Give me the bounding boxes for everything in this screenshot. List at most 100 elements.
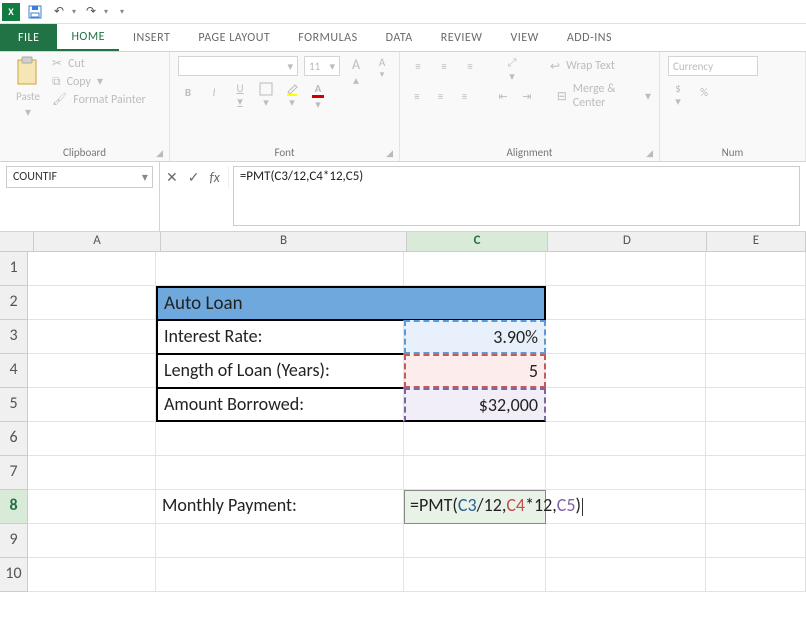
column-header[interactable]: A — [34, 232, 161, 252]
cell[interactable] — [546, 558, 706, 592]
fill-color-button[interactable]: ▾ — [282, 82, 302, 102]
name-box[interactable] — [7, 170, 138, 184]
tab-data[interactable]: DATA — [372, 24, 427, 51]
column-header[interactable]: E — [707, 232, 806, 252]
cell[interactable] — [28, 320, 156, 354]
column-header[interactable]: C — [407, 232, 548, 252]
cell-b5[interactable]: Amount Borrowed: — [156, 388, 404, 422]
save-icon[interactable] — [26, 3, 44, 21]
cell[interactable] — [404, 558, 546, 592]
number-format-select[interactable]: Currency — [668, 56, 758, 76]
tab-review[interactable]: REVIEW — [427, 24, 497, 51]
column-header[interactable]: D — [548, 232, 707, 252]
row-header[interactable]: 5 — [0, 388, 28, 422]
align-middle-icon[interactable]: ≡ — [434, 56, 454, 76]
chevron-down-icon[interactable]: ▾ — [104, 7, 108, 17]
cell[interactable] — [546, 252, 706, 286]
cell[interactable] — [28, 490, 156, 524]
cell-b3[interactable]: Interest Rate: — [156, 320, 404, 354]
merge-center-button[interactable]: ⊟Merge & Center▾ — [557, 82, 651, 110]
cell[interactable] — [28, 558, 156, 592]
cell[interactable] — [706, 490, 806, 524]
select-all-triangle[interactable] — [0, 232, 34, 252]
cell[interactable] — [546, 524, 706, 558]
font-family-select[interactable]: ▾ — [178, 56, 298, 76]
row-header[interactable]: 3 — [0, 320, 28, 354]
cell[interactable] — [28, 354, 156, 388]
cell[interactable] — [28, 422, 156, 456]
cell-c3[interactable]: 3.90% — [404, 320, 546, 354]
decrease-indent-icon[interactable]: ⇤ — [494, 86, 512, 106]
italic-button[interactable]: I — [204, 82, 224, 102]
paste-button[interactable]: Paste ▾ — [8, 56, 48, 120]
cell[interactable] — [706, 354, 806, 388]
tab-formulas[interactable]: FORMULAS — [284, 24, 371, 51]
cell[interactable] — [404, 456, 546, 490]
row-header[interactable]: 4 — [0, 354, 28, 388]
accounting-format-button[interactable]: $▾ — [668, 82, 688, 102]
cell[interactable] — [28, 524, 156, 558]
fx-icon[interactable]: fx — [209, 169, 219, 186]
cell-c5[interactable]: $32,000 — [404, 388, 546, 422]
row-header[interactable]: 6 — [0, 422, 28, 456]
cell[interactable] — [156, 252, 404, 286]
align-top-icon[interactable]: ≡ — [408, 56, 428, 76]
row-header[interactable]: 2 — [0, 286, 28, 320]
chevron-down-icon[interactable]: ▾ — [138, 170, 152, 185]
cell[interactable] — [28, 286, 156, 320]
cell[interactable] — [546, 388, 706, 422]
cell[interactable] — [706, 558, 806, 592]
align-right-icon[interactable]: ≡ — [456, 86, 474, 106]
cell[interactable] — [546, 456, 706, 490]
cell[interactable] — [404, 422, 546, 456]
underline-button[interactable]: U▾ — [230, 82, 250, 102]
copy-button[interactable]: ⧉Copy▾ — [52, 74, 146, 89]
cell[interactable] — [546, 354, 706, 388]
wrap-text-button[interactable]: ↩Wrap Text — [550, 59, 615, 74]
tab-addins[interactable]: ADD-INS — [553, 24, 626, 51]
cell[interactable] — [404, 252, 546, 286]
row-header[interactable]: 8 — [0, 490, 28, 524]
font-color-button[interactable]: A▾ — [308, 82, 328, 102]
cell[interactable] — [706, 286, 806, 320]
customize-qat-icon[interactable]: ▾ — [120, 7, 124, 17]
launcher-icon[interactable]: ◢ — [646, 148, 653, 159]
undo-icon[interactable]: ↶ — [50, 3, 68, 21]
cell[interactable] — [156, 422, 404, 456]
cell[interactable] — [28, 456, 156, 490]
tab-insert[interactable]: INSERT — [119, 24, 184, 51]
font-size-select[interactable]: 11▾ — [304, 56, 340, 76]
format-painter-button[interactable]: 🖌Format Painter — [52, 92, 146, 107]
cell[interactable] — [28, 388, 156, 422]
cell[interactable] — [156, 558, 404, 592]
cell[interactable] — [706, 320, 806, 354]
align-left-icon[interactable]: ≡ — [408, 86, 426, 106]
cell[interactable] — [706, 252, 806, 286]
cell[interactable] — [706, 524, 806, 558]
chevron-down-icon[interactable]: ▾ — [72, 7, 76, 17]
cell[interactable] — [156, 456, 404, 490]
shrink-font-icon[interactable]: A▾ — [372, 56, 392, 76]
row-header[interactable]: 7 — [0, 456, 28, 490]
launcher-icon[interactable]: ◢ — [156, 148, 163, 159]
tab-page-layout[interactable]: PAGE LAYOUT — [184, 24, 284, 51]
row-header[interactable]: 9 — [0, 524, 28, 558]
increase-indent-icon[interactable]: ⇥ — [518, 86, 536, 106]
bold-button[interactable]: B — [178, 82, 198, 102]
formula-bar[interactable]: =PMT(C3/12,C4*12,C5) — [233, 166, 800, 226]
orientation-icon[interactable]: ⤢▾ — [502, 56, 522, 76]
cell[interactable] — [546, 320, 706, 354]
align-bottom-icon[interactable]: ≡ — [460, 56, 480, 76]
accept-formula-icon[interactable]: ✓ — [188, 169, 200, 186]
row-header[interactable]: 1 — [0, 252, 28, 286]
cell[interactable] — [706, 388, 806, 422]
cell[interactable] — [546, 286, 706, 320]
cell-c4[interactable]: 5 — [404, 354, 546, 388]
tab-view[interactable]: VIEW — [496, 24, 552, 51]
cancel-formula-icon[interactable]: ✕ — [166, 169, 178, 186]
cell[interactable] — [404, 524, 546, 558]
cell[interactable] — [28, 252, 156, 286]
tab-file[interactable]: FILE — [0, 24, 57, 51]
cell-c2[interactable] — [404, 286, 546, 320]
cell-b8[interactable]: Monthly Payment: — [156, 490, 404, 524]
